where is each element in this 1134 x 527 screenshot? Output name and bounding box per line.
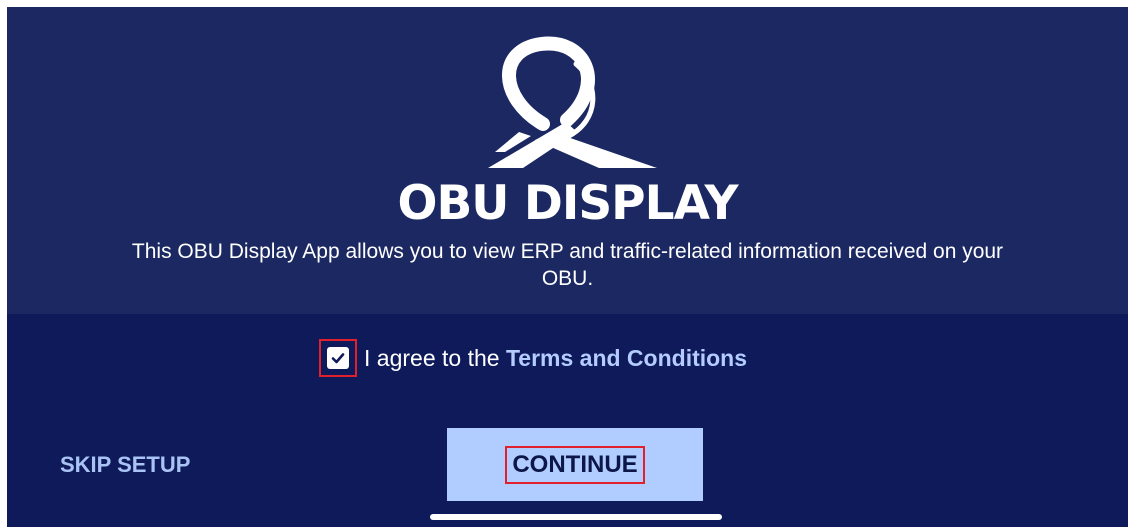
intro-section: OBU DISPLAY This OBU Display App allows … (7, 7, 1128, 314)
app-description: This OBU Display App allows you to view … (131, 240, 1004, 290)
obu-loop-road-logo-icon (488, 36, 657, 168)
agreement-prefix: I agree to the (364, 344, 500, 371)
continue-button[interactable]: CONTINUE (447, 428, 703, 501)
terms-agreement-row: I agree to the Terms and Conditions (319, 338, 747, 378)
terms-and-conditions-link[interactable]: Terms and Conditions (506, 345, 747, 371)
checkbox-box (327, 347, 349, 369)
skip-setup-button[interactable]: SKIP SETUP (60, 451, 190, 479)
home-indicator (430, 514, 722, 520)
agreement-text: I agree to the Terms and Conditions (364, 345, 747, 372)
continue-label: CONTINUE (505, 445, 645, 484)
checkmark-icon (331, 353, 345, 364)
terms-checkbox[interactable] (319, 339, 357, 377)
app-title: OBU DISPLAY (397, 176, 739, 231)
obu-display-setup-screen: OBU DISPLAY This OBU Display App allows … (7, 7, 1128, 527)
